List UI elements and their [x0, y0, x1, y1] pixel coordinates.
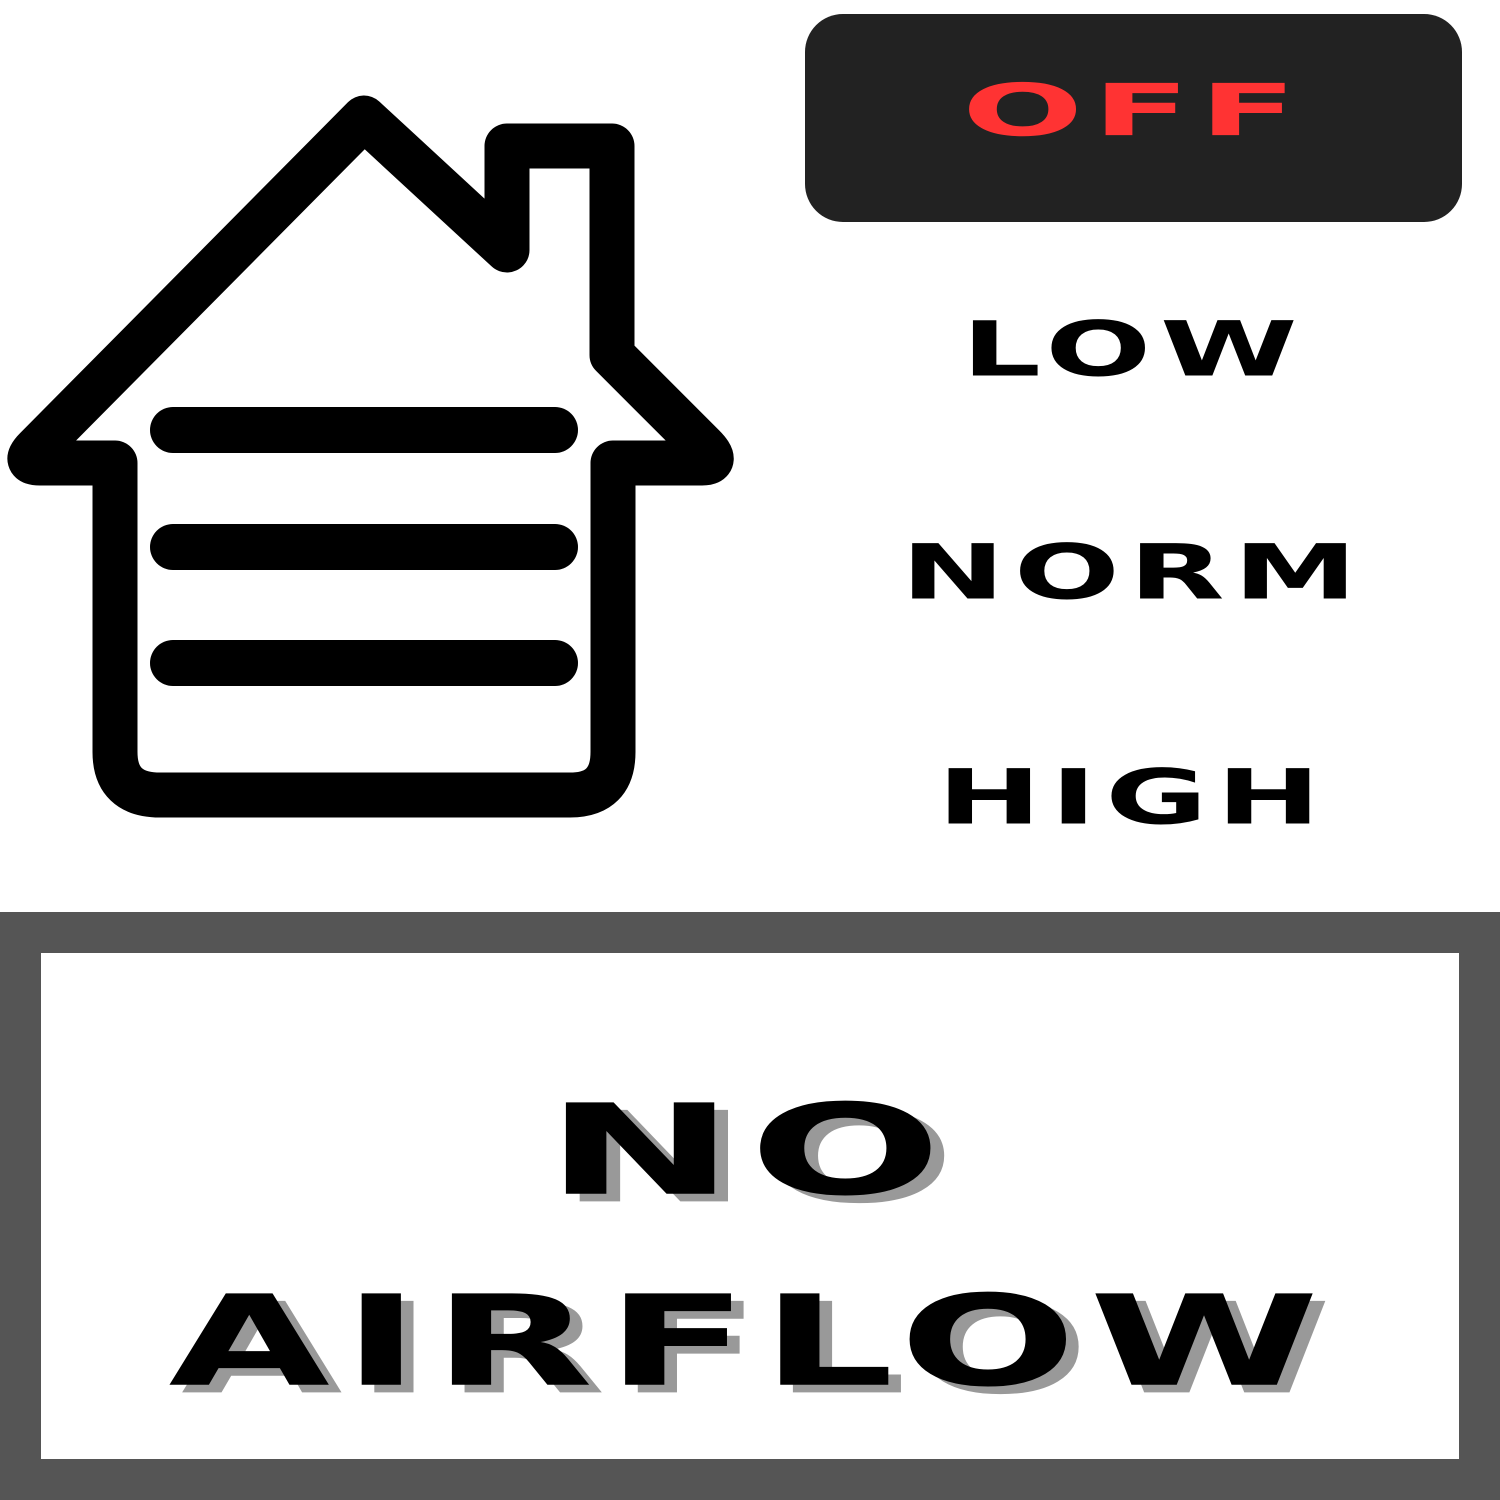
house-outline — [7, 95, 734, 818]
mode-high-label: HIGH — [937, 754, 1330, 842]
mode-off-label: OFF — [961, 68, 1306, 153]
status-line-2: AIRFLOW — [41, 1276, 1459, 1408]
status-text-airflow: AIRFLOW — [168, 1268, 1332, 1416]
mode-norm-label: NORM — [900, 529, 1367, 617]
airflow-status-panel: NO AIRFLOW — [0, 912, 1500, 1500]
mode-low-label: LOW — [961, 306, 1306, 394]
status-line-1: NO — [41, 1085, 1459, 1217]
mode-low-button[interactable]: LOW — [805, 295, 1462, 405]
mode-high-button[interactable]: HIGH — [805, 743, 1462, 853]
house-ventilation-icon — [7, 95, 734, 818]
mode-off-button[interactable]: OFF — [805, 14, 1462, 222]
airflow-status-inner: NO AIRFLOW — [41, 953, 1459, 1459]
status-text-no: NO — [544, 1077, 956, 1225]
mode-norm-button[interactable]: NORM — [805, 518, 1462, 628]
ventilation-status-screen: OFF LOW NORM HIGH NO AIRFLOW — [0, 0, 1500, 1500]
